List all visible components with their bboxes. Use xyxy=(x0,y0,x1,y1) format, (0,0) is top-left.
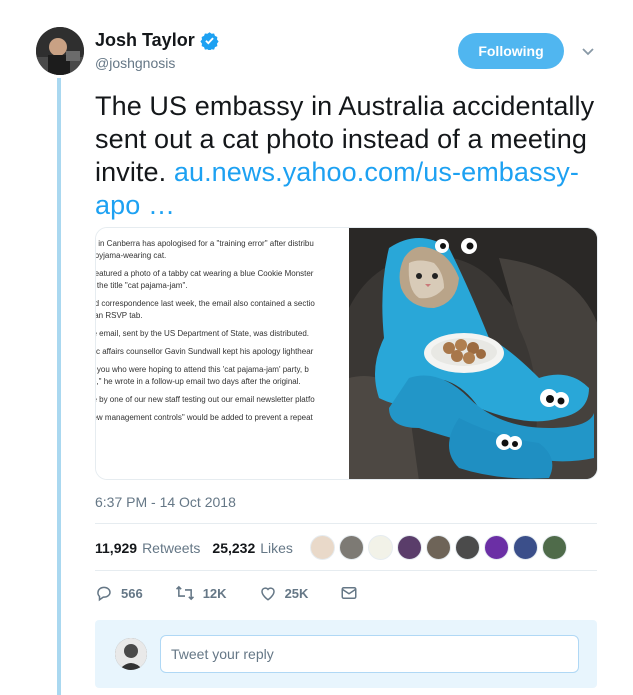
liker-avatar[interactable] xyxy=(426,535,451,560)
article-line: sy in Canberra has apologised for a "tra… xyxy=(96,239,314,248)
liker-avatars xyxy=(310,535,571,560)
reply-action[interactable]: 566 xyxy=(95,584,143,602)
likes-label[interactable]: Likes xyxy=(260,540,293,556)
article-line: it an RSVP tab. xyxy=(96,311,143,320)
like-count: 25K xyxy=(284,585,309,601)
liker-avatar[interactable] xyxy=(455,535,480,560)
reply-box: Tweet your reply xyxy=(95,620,597,688)
article-line: blic affairs counsellor Gavin Sundwall k… xyxy=(96,347,314,356)
article-line: th the title "cat pajama-jam". xyxy=(96,281,188,290)
tweet-text: The US embassy in Australia accidentally… xyxy=(95,90,610,222)
tweet-actions: 566 12K 25K xyxy=(95,584,398,602)
liker-avatar[interactable] xyxy=(368,535,393,560)
dm-icon xyxy=(341,587,357,599)
liker-avatar[interactable] xyxy=(542,535,567,560)
like-action[interactable]: 25K xyxy=(259,584,309,602)
following-button[interactable]: Following xyxy=(458,33,564,69)
divider xyxy=(95,570,597,571)
reply-count: 566 xyxy=(121,585,143,601)
article-line: of you who were hoping to attend this 'c… xyxy=(96,365,309,374)
retweet-icon xyxy=(175,585,194,601)
article-line: , featured a photo of a tabby cat wearin… xyxy=(96,269,314,278)
liker-avatar[interactable] xyxy=(397,535,422,560)
user-avatar[interactable] xyxy=(115,638,147,670)
article-line: ted correspondence last week, the email … xyxy=(96,299,315,308)
retweets-count[interactable]: 11,929 xyxy=(95,540,137,556)
chevron-down-icon[interactable] xyxy=(580,43,596,59)
tweet-media[interactable]: sy in Canberra has apologised for a "tra… xyxy=(95,227,598,480)
author-avatar[interactable] xyxy=(36,27,84,75)
dm-action[interactable] xyxy=(340,584,366,602)
author-handle[interactable]: @joshgnosis xyxy=(95,55,175,71)
liker-avatar[interactable] xyxy=(339,535,364,560)
author-display-name[interactable]: Josh Taylor xyxy=(95,30,195,51)
tweet-timestamp[interactable]: 6:37 PM - 14 Oct 2018 xyxy=(95,494,236,510)
tweet-stats: 11,929 Retweets 25,232 Likes xyxy=(95,540,293,556)
likes-count[interactable]: 25,232 xyxy=(212,540,255,556)
heart-icon xyxy=(260,587,275,601)
reply-icon xyxy=(97,586,111,602)
avatar-image xyxy=(36,27,84,75)
tweet-link[interactable]: au.news.yahoo.com/us-embassy-apo … xyxy=(95,157,579,220)
liker-avatar[interactable] xyxy=(513,535,538,560)
liker-avatar[interactable] xyxy=(310,535,335,560)
article-line: he email, sent by the US Department of S… xyxy=(96,329,309,338)
retweet-action[interactable]: 12K xyxy=(175,584,227,602)
article-line: se," he wrote in a follow-up email two d… xyxy=(96,377,301,386)
article-screenshot: sy in Canberra has apologised for a "tra… xyxy=(96,228,349,479)
article-line: a pyjama-wearing cat. xyxy=(96,251,167,260)
verified-icon xyxy=(200,31,219,51)
liker-avatar[interactable] xyxy=(484,535,509,560)
retweets-label[interactable]: Retweets xyxy=(142,540,200,556)
divider xyxy=(95,523,597,524)
article-line: de by one of our new staff testing out o… xyxy=(96,395,315,404)
reply-input[interactable]: Tweet your reply xyxy=(160,635,579,673)
thread-line xyxy=(57,78,61,695)
cat-photo xyxy=(349,228,597,479)
author-name-row: Josh Taylor xyxy=(95,30,219,51)
retweet-count: 12K xyxy=(202,585,227,601)
article-line: new management controls" would be added … xyxy=(96,413,313,422)
